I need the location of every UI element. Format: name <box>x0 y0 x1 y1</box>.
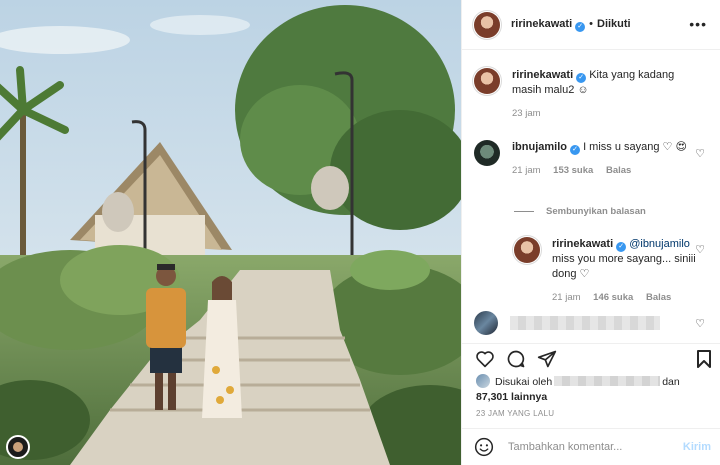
comments-list: ririnekawati ✓ Kita yang kadang masih mal… <box>462 51 720 341</box>
reply-reply-button[interactable]: Balas <box>646 292 671 303</box>
comment-time[interactable]: 21 jam <box>512 165 541 176</box>
comment-avatar[interactable] <box>474 140 500 166</box>
liked-by-prefix: Disukai oleh <box>495 376 553 388</box>
liked-by-redacted-name[interactable] <box>554 376 661 386</box>
caption-avatar[interactable] <box>474 68 500 94</box>
comment-username[interactable]: ibnujamilo <box>512 141 567 153</box>
verified-badge-icon: ✓ <box>616 242 627 252</box>
obscured-like-heart-icon[interactable]: ♡ <box>695 317 705 330</box>
header-text: ririnekawati ✓ • Diikuti <box>511 18 631 32</box>
obscured-comment-text <box>510 316 660 330</box>
comment-item-obscured <box>474 311 660 335</box>
paper-plane-icon[interactable] <box>536 348 558 370</box>
comment-body: ibnujamilo ✓ I miss u sayang ♡ 😍 21 jam 1… <box>512 140 687 178</box>
ellipsis-icon[interactable]: ••• <box>689 16 707 32</box>
comment-bubble-icon[interactable] <box>505 348 527 370</box>
author-avatar[interactable] <box>474 11 500 38</box>
post-comment-button[interactable]: Kirim <box>683 441 711 453</box>
post-side-panel: ririnekawati ✓ • Diikuti ••• ririnekawati ✓ … <box>461 0 720 465</box>
verified-badge-icon: ✓ <box>575 21 586 32</box>
heart-icon[interactable] <box>474 348 496 370</box>
reply-text: miss you more sayang... siniii dong ♡ <box>552 253 696 280</box>
reply-avatar[interactable] <box>514 237 540 263</box>
comment-text: I miss u sayang ♡ 😍 <box>583 141 687 153</box>
reply-username[interactable]: ririnekawati <box>552 238 613 250</box>
reply-like-heart-icon[interactable]: ♡ <box>695 243 705 256</box>
smiley-icon[interactable] <box>474 437 494 457</box>
follow-status-button[interactable]: Diikuti <box>597 18 631 30</box>
action-bar <box>462 343 720 373</box>
liked-by-line: Disukai oleh dan <box>476 374 711 388</box>
verified-badge-icon: ✓ <box>570 145 580 155</box>
likes-count-link[interactable]: 87,301 lainnya <box>476 391 711 403</box>
comment-item: ibnujamilo ✓ I miss u sayang ♡ 😍 21 jam 1… <box>474 140 687 178</box>
hide-replies-label: Sembunyikan balasan <box>546 206 646 217</box>
bookmark-icon[interactable] <box>693 348 715 370</box>
reply-body: ririnekawati ✓ @ibnujamilo miss you more … <box>552 237 702 305</box>
hide-replies-line <box>514 211 534 212</box>
caption-time[interactable]: 23 jam <box>512 108 541 119</box>
hide-replies-button[interactable]: Sembunyikan balasan <box>514 206 646 217</box>
comment-likes[interactable]: 153 suka <box>553 165 593 176</box>
liked-by-avatar[interactable] <box>476 374 490 388</box>
reply-item: ririnekawati ✓ @ibnujamilo miss you more … <box>514 237 702 305</box>
comment-reply-button[interactable]: Balas <box>606 165 631 176</box>
caption: ririnekawati ✓ Kita yang kadang masih mal… <box>474 68 687 121</box>
caption-body: ririnekawati ✓ Kita yang kadang masih mal… <box>512 68 687 121</box>
author-username[interactable]: ririnekawati <box>511 18 572 30</box>
obscured-avatar[interactable] <box>474 311 498 335</box>
add-comment-bar: Kirim <box>462 428 720 465</box>
liked-by-suffix: dan <box>662 376 680 388</box>
post-header: ririnekawati ✓ • Diikuti ••• <box>462 0 720 50</box>
comment-meta: 21 jam 153 suka Balas <box>512 163 687 178</box>
reply-meta: 21 jam 146 suka Balas <box>552 290 702 305</box>
comment-input[interactable] <box>508 441 678 453</box>
separator-dot: • <box>589 17 593 30</box>
post-timestamp[interactable]: 23 JAM YANG LALU <box>476 409 554 418</box>
post-photo[interactable] <box>0 0 461 465</box>
reply-mention-link[interactable]: @ibnujamilo <box>629 238 690 250</box>
corner-avatar[interactable] <box>6 435 30 459</box>
likes-summary: Disukai oleh dan 87,301 lainnya <box>476 374 711 403</box>
comment-like-heart-icon[interactable]: ♡ <box>695 147 705 160</box>
reply-time[interactable]: 21 jam <box>552 292 581 303</box>
photo-illustration <box>0 0 461 465</box>
verified-badge-icon: ✓ <box>576 73 587 83</box>
caption-meta: 23 jam <box>512 106 687 121</box>
reply-likes[interactable]: 146 suka <box>593 292 633 303</box>
caption-username[interactable]: ririnekawati <box>512 69 573 81</box>
